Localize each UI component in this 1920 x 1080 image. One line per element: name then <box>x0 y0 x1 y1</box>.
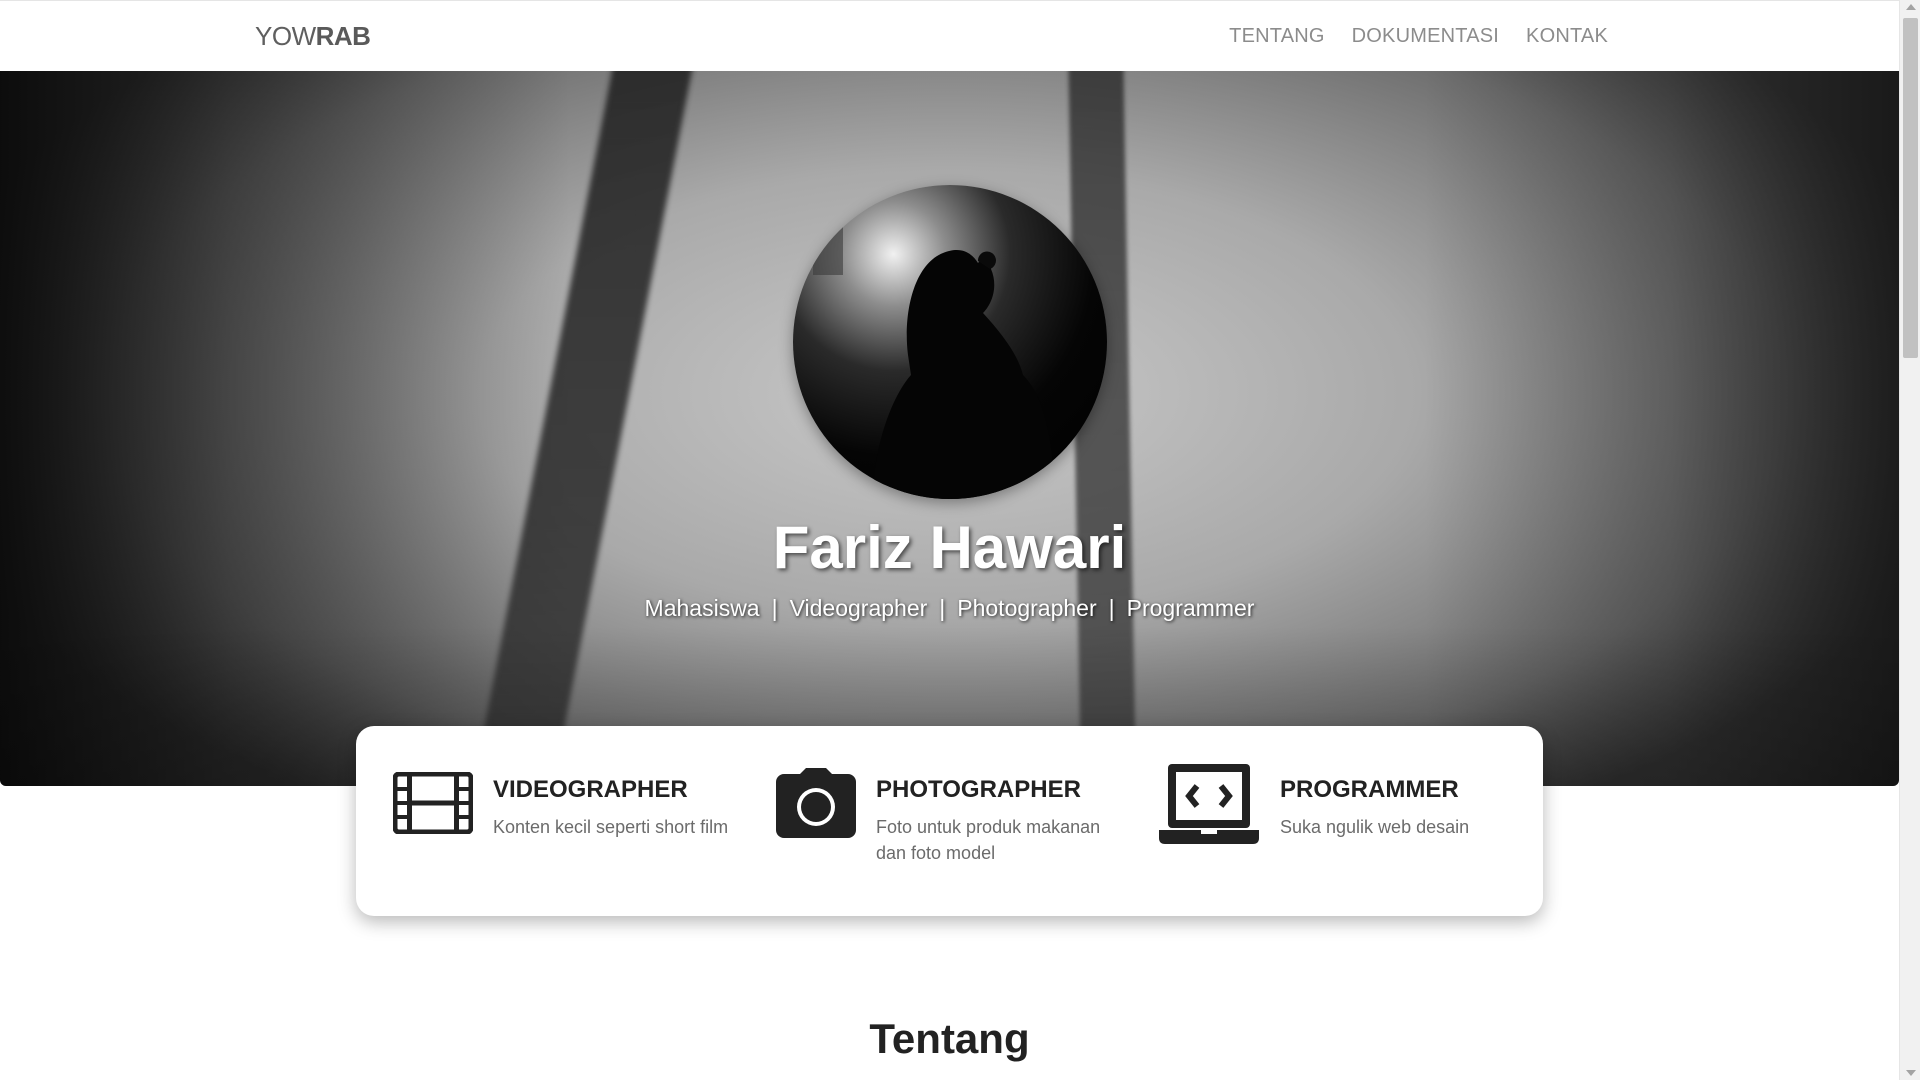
scroll-down-arrow-icon[interactable] <box>1906 1070 1916 1076</box>
nav-link-tentang[interactable]: TENTANG <box>1229 25 1324 48</box>
feature-description: Konten kecil seperti short film <box>493 817 729 837</box>
role-photographer: Photographer <box>957 595 1097 621</box>
scroll-up-arrow-icon[interactable] <box>1906 4 1916 10</box>
role-videographer: Videographer <box>789 595 928 621</box>
brand-light: YOW <box>255 21 316 51</box>
feature-description: Suka ngulik web desain <box>1280 817 1470 837</box>
role-separator: | <box>771 595 778 621</box>
role-separator: | <box>939 595 946 621</box>
feature-description: Foto untuk produk makanan dan foto model <box>876 817 1101 863</box>
hero-section: Fariz Hawari Mahasiswa | Videographer | Phot… <box>0 71 1899 786</box>
hero-roles: Mahasiswa | Videographer | Photographer | Prog… <box>0 595 1899 622</box>
profile-photo <box>793 185 1107 499</box>
nav-link-dokumentasi[interactable]: DOKUMENTASI <box>1352 25 1499 48</box>
scrollbar-thumb[interactable] <box>1903 18 1918 358</box>
section-title-tentang: Tentang <box>869 1015 1030 1062</box>
role-separator: | <box>1108 595 1115 621</box>
nav-links: TENTANG DOKUMENTASI KONTAK <box>1229 25 1608 48</box>
feature-title: PHOTOGRAPHER <box>876 776 1081 803</box>
skills-panel: VIDEOGRAPHER Konten kecil seperti short … <box>356 726 1543 916</box>
page-scrollbar[interactable] <box>1899 0 1920 1080</box>
feature-title: VIDEOGRAPHER <box>493 776 688 803</box>
laptop-code-icon <box>1159 764 1259 849</box>
camera-icon <box>776 768 856 845</box>
brand-logo[interactable]: YOWRAB <box>255 21 371 52</box>
role-programmer: Programmer <box>1126 595 1255 621</box>
nav-link-kontak[interactable]: KONTAK <box>1526 25 1608 48</box>
role-mahasiswa: Mahasiswa <box>644 595 760 621</box>
brand-bold: RAB <box>315 21 371 51</box>
hero-name: Fariz Hawari <box>772 514 1127 581</box>
film-icon <box>392 771 474 839</box>
silhouette-image <box>813 225 1055 499</box>
feature-title: PROGRAMMER <box>1280 776 1459 803</box>
navbar: YOWRAB TENTANG DOKUMENTASI KONTAK <box>0 0 1899 71</box>
